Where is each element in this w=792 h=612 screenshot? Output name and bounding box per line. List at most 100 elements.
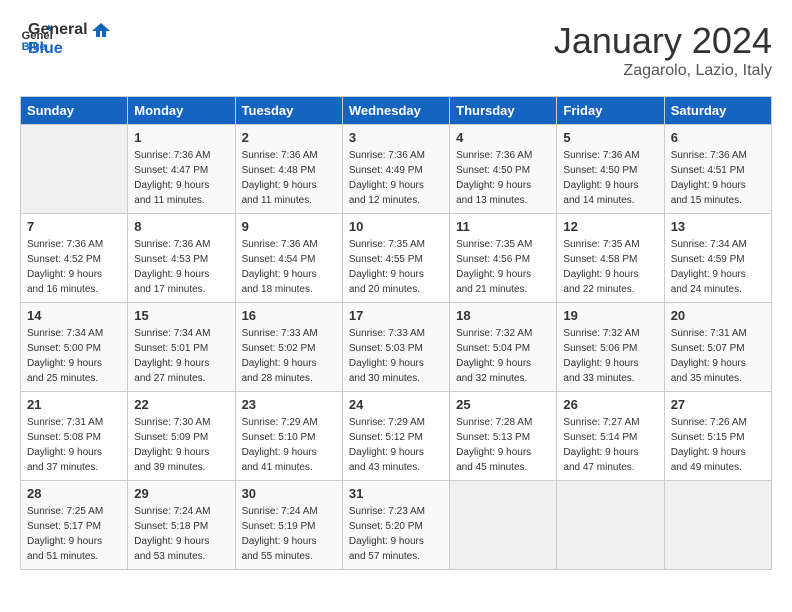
day-cell: 30 Sunrise: 7:24 AM Sunset: 5:19 PM Dayl… xyxy=(235,481,342,570)
day-info: Sunrise: 7:36 AM Sunset: 4:50 PM Dayligh… xyxy=(456,148,550,208)
month-title: January 2024 xyxy=(554,20,772,62)
day-cell: 12 Sunrise: 7:35 AM Sunset: 4:58 PM Dayl… xyxy=(557,214,664,303)
day-info: Sunrise: 7:35 AM Sunset: 4:55 PM Dayligh… xyxy=(349,237,443,297)
day-info: Sunrise: 7:36 AM Sunset: 4:48 PM Dayligh… xyxy=(242,148,336,208)
logo: General Blue General Blue xyxy=(20,20,110,58)
day-number: 3 xyxy=(349,130,443,145)
day-info: Sunrise: 7:34 AM Sunset: 5:00 PM Dayligh… xyxy=(27,326,121,386)
week-row-3: 14 Sunrise: 7:34 AM Sunset: 5:00 PM Dayl… xyxy=(21,303,772,392)
day-number: 29 xyxy=(134,486,228,501)
day-cell: 20 Sunrise: 7:31 AM Sunset: 5:07 PM Dayl… xyxy=(664,303,771,392)
day-info: Sunrise: 7:29 AM Sunset: 5:10 PM Dayligh… xyxy=(242,415,336,475)
day-number: 14 xyxy=(27,308,121,323)
weekday-saturday: Saturday xyxy=(664,97,771,125)
week-row-5: 28 Sunrise: 7:25 AM Sunset: 5:17 PM Dayl… xyxy=(21,481,772,570)
day-cell: 24 Sunrise: 7:29 AM Sunset: 5:12 PM Dayl… xyxy=(342,392,449,481)
page-header: General Blue General Blue January 2024 Z… xyxy=(20,20,772,80)
day-cell: 7 Sunrise: 7:36 AM Sunset: 4:52 PM Dayli… xyxy=(21,214,128,303)
day-info: Sunrise: 7:23 AM Sunset: 5:20 PM Dayligh… xyxy=(349,504,443,564)
day-number: 6 xyxy=(671,130,765,145)
weekday-sunday: Sunday xyxy=(21,97,128,125)
day-number: 15 xyxy=(134,308,228,323)
day-number: 7 xyxy=(27,219,121,234)
day-number: 16 xyxy=(242,308,336,323)
logo-general: General xyxy=(28,20,110,39)
day-cell xyxy=(21,125,128,214)
day-info: Sunrise: 7:36 AM Sunset: 4:53 PM Dayligh… xyxy=(134,237,228,297)
logo-blue: Blue xyxy=(28,39,110,58)
day-cell: 17 Sunrise: 7:33 AM Sunset: 5:03 PM Dayl… xyxy=(342,303,449,392)
day-info: Sunrise: 7:32 AM Sunset: 5:04 PM Dayligh… xyxy=(456,326,550,386)
day-cell: 5 Sunrise: 7:36 AM Sunset: 4:50 PM Dayli… xyxy=(557,125,664,214)
weekday-tuesday: Tuesday xyxy=(235,97,342,125)
day-cell: 22 Sunrise: 7:30 AM Sunset: 5:09 PM Dayl… xyxy=(128,392,235,481)
day-cell: 31 Sunrise: 7:23 AM Sunset: 5:20 PM Dayl… xyxy=(342,481,449,570)
day-info: Sunrise: 7:35 AM Sunset: 4:58 PM Dayligh… xyxy=(563,237,657,297)
day-info: Sunrise: 7:34 AM Sunset: 4:59 PM Dayligh… xyxy=(671,237,765,297)
day-info: Sunrise: 7:33 AM Sunset: 5:03 PM Dayligh… xyxy=(349,326,443,386)
day-cell: 18 Sunrise: 7:32 AM Sunset: 5:04 PM Dayl… xyxy=(450,303,557,392)
day-cell xyxy=(557,481,664,570)
day-cell: 10 Sunrise: 7:35 AM Sunset: 4:55 PM Dayl… xyxy=(342,214,449,303)
weekday-wednesday: Wednesday xyxy=(342,97,449,125)
day-cell: 15 Sunrise: 7:34 AM Sunset: 5:01 PM Dayl… xyxy=(128,303,235,392)
day-number: 8 xyxy=(134,219,228,234)
weekday-thursday: Thursday xyxy=(450,97,557,125)
day-number: 1 xyxy=(134,130,228,145)
day-cell: 21 Sunrise: 7:31 AM Sunset: 5:08 PM Dayl… xyxy=(21,392,128,481)
day-number: 5 xyxy=(563,130,657,145)
day-info: Sunrise: 7:36 AM Sunset: 4:52 PM Dayligh… xyxy=(27,237,121,297)
day-number: 13 xyxy=(671,219,765,234)
day-cell xyxy=(664,481,771,570)
day-cell: 13 Sunrise: 7:34 AM Sunset: 4:59 PM Dayl… xyxy=(664,214,771,303)
day-info: Sunrise: 7:27 AM Sunset: 5:14 PM Dayligh… xyxy=(563,415,657,475)
day-number: 28 xyxy=(27,486,121,501)
day-number: 31 xyxy=(349,486,443,501)
day-info: Sunrise: 7:24 AM Sunset: 5:19 PM Dayligh… xyxy=(242,504,336,564)
day-cell: 6 Sunrise: 7:36 AM Sunset: 4:51 PM Dayli… xyxy=(664,125,771,214)
location-subtitle: Zagarolo, Lazio, Italy xyxy=(554,62,772,80)
day-info: Sunrise: 7:36 AM Sunset: 4:50 PM Dayligh… xyxy=(563,148,657,208)
day-info: Sunrise: 7:24 AM Sunset: 5:18 PM Dayligh… xyxy=(134,504,228,564)
day-cell: 9 Sunrise: 7:36 AM Sunset: 4:54 PM Dayli… xyxy=(235,214,342,303)
day-cell: 28 Sunrise: 7:25 AM Sunset: 5:17 PM Dayl… xyxy=(21,481,128,570)
day-number: 30 xyxy=(242,486,336,501)
logo-bird-icon xyxy=(92,23,110,37)
day-cell: 26 Sunrise: 7:27 AM Sunset: 5:14 PM Dayl… xyxy=(557,392,664,481)
weekday-friday: Friday xyxy=(557,97,664,125)
day-number: 9 xyxy=(242,219,336,234)
day-cell: 4 Sunrise: 7:36 AM Sunset: 4:50 PM Dayli… xyxy=(450,125,557,214)
day-cell: 3 Sunrise: 7:36 AM Sunset: 4:49 PM Dayli… xyxy=(342,125,449,214)
day-number: 11 xyxy=(456,219,550,234)
day-number: 26 xyxy=(563,397,657,412)
day-cell: 19 Sunrise: 7:32 AM Sunset: 5:06 PM Dayl… xyxy=(557,303,664,392)
week-row-2: 7 Sunrise: 7:36 AM Sunset: 4:52 PM Dayli… xyxy=(21,214,772,303)
day-info: Sunrise: 7:36 AM Sunset: 4:54 PM Dayligh… xyxy=(242,237,336,297)
day-info: Sunrise: 7:30 AM Sunset: 5:09 PM Dayligh… xyxy=(134,415,228,475)
day-info: Sunrise: 7:31 AM Sunset: 5:08 PM Dayligh… xyxy=(27,415,121,475)
weekday-monday: Monday xyxy=(128,97,235,125)
day-info: Sunrise: 7:36 AM Sunset: 4:47 PM Dayligh… xyxy=(134,148,228,208)
day-number: 17 xyxy=(349,308,443,323)
day-number: 20 xyxy=(671,308,765,323)
day-number: 24 xyxy=(349,397,443,412)
day-cell: 14 Sunrise: 7:34 AM Sunset: 5:00 PM Dayl… xyxy=(21,303,128,392)
day-number: 18 xyxy=(456,308,550,323)
day-number: 21 xyxy=(27,397,121,412)
day-number: 23 xyxy=(242,397,336,412)
day-number: 22 xyxy=(134,397,228,412)
day-info: Sunrise: 7:25 AM Sunset: 5:17 PM Dayligh… xyxy=(27,504,121,564)
day-info: Sunrise: 7:34 AM Sunset: 5:01 PM Dayligh… xyxy=(134,326,228,386)
day-cell: 2 Sunrise: 7:36 AM Sunset: 4:48 PM Dayli… xyxy=(235,125,342,214)
day-cell: 25 Sunrise: 7:28 AM Sunset: 5:13 PM Dayl… xyxy=(450,392,557,481)
day-info: Sunrise: 7:31 AM Sunset: 5:07 PM Dayligh… xyxy=(671,326,765,386)
day-number: 10 xyxy=(349,219,443,234)
day-cell: 29 Sunrise: 7:24 AM Sunset: 5:18 PM Dayl… xyxy=(128,481,235,570)
day-info: Sunrise: 7:26 AM Sunset: 5:15 PM Dayligh… xyxy=(671,415,765,475)
week-row-4: 21 Sunrise: 7:31 AM Sunset: 5:08 PM Dayl… xyxy=(21,392,772,481)
day-cell: 23 Sunrise: 7:29 AM Sunset: 5:10 PM Dayl… xyxy=(235,392,342,481)
day-number: 27 xyxy=(671,397,765,412)
day-info: Sunrise: 7:36 AM Sunset: 4:49 PM Dayligh… xyxy=(349,148,443,208)
day-cell: 11 Sunrise: 7:35 AM Sunset: 4:56 PM Dayl… xyxy=(450,214,557,303)
calendar-body: 1 Sunrise: 7:36 AM Sunset: 4:47 PM Dayli… xyxy=(21,125,772,570)
